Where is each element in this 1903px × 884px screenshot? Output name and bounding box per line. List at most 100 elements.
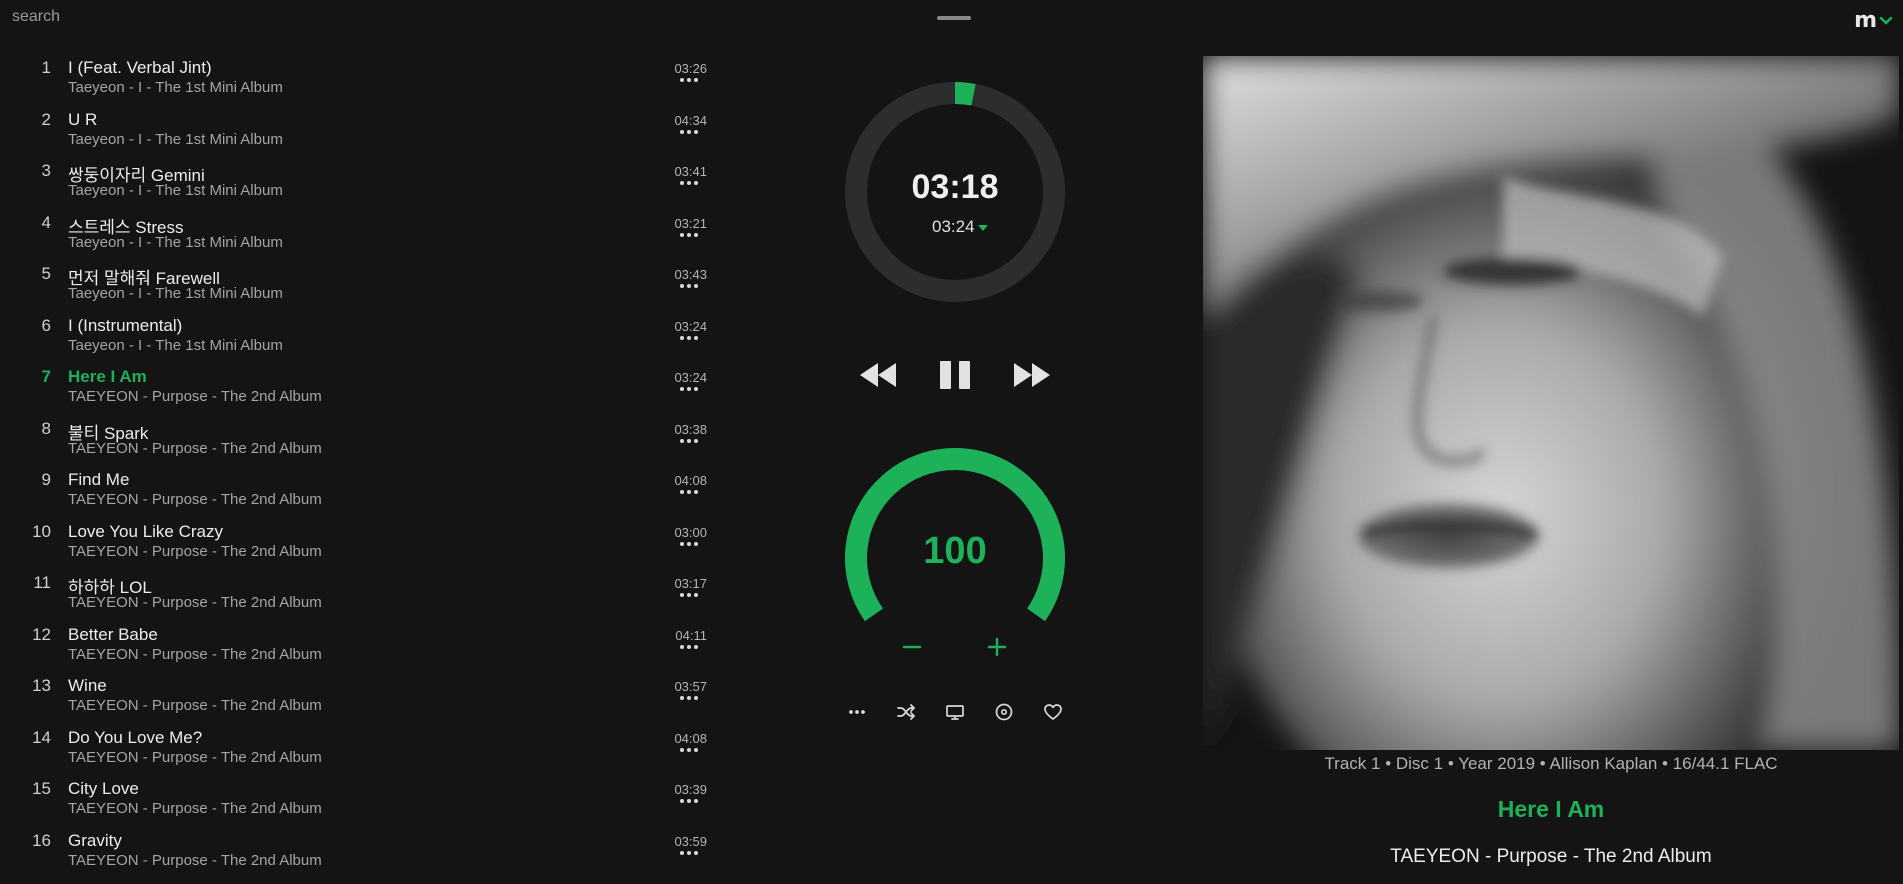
volume-up-button[interactable]	[982, 632, 1012, 662]
more-dots-icon	[680, 644, 684, 649]
total-time: 03:24	[932, 217, 975, 236]
fast-forward-button[interactable]	[1012, 355, 1052, 395]
current-time: 03:18	[911, 168, 999, 206]
track-row[interactable]: 3 쌍둥이자리 Gemini Taeyeon - I - The 1st Mini …	[0, 158, 720, 210]
volume-value: 100	[923, 530, 987, 572]
track-duration: 03:00	[674, 524, 707, 540]
more-options-button[interactable]	[845, 700, 869, 724]
track-row[interactable]: 5 먼저 말해줘 Farewell Taeyeon - I - The 1st Mi…	[0, 261, 720, 313]
track-duration: 04:11	[675, 627, 707, 643]
track-duration: 03:38	[674, 421, 707, 437]
more-dots-icon	[680, 284, 684, 288]
track-row[interactable]: 7 Here I Am TAEYEON - Purpose - The 2nd Al…	[0, 364, 720, 416]
track-artist-album: TAEYEON - Purpose - The 2nd Album	[68, 542, 322, 560]
rewind-icon	[860, 363, 896, 387]
pause-button[interactable]	[938, 355, 972, 395]
track-number: 11	[33, 573, 51, 592]
track-row[interactable]: 13 Wine TAEYEON - Purpose - The 2nd Album 0…	[0, 673, 720, 725]
track-number: 13	[32, 676, 51, 695]
album-artwork	[1203, 56, 1899, 750]
track-more-button[interactable]	[680, 850, 698, 857]
now-playing-title: Here I Am	[1497, 796, 1605, 822]
track-duration: 04:34	[674, 112, 707, 128]
track-number: 7	[41, 367, 51, 386]
track-more-button[interactable]	[680, 541, 698, 548]
track-row[interactable]: 9 Find Me TAEYEON - Purpose - The 2nd Albu…	[0, 467, 720, 519]
track-number: 1	[41, 58, 51, 77]
shuffle-button[interactable]	[894, 700, 918, 724]
track-artist-album: TAEYEON - Purpose - The 2nd Album	[68, 748, 322, 766]
drag-handle[interactable]	[937, 16, 971, 20]
track-more-button[interactable]	[680, 438, 698, 445]
disc-icon	[995, 703, 1013, 721]
track-duration: 03:17	[674, 576, 707, 591]
track-row[interactable]: 2 U R Taeyeon - I - The 1st Mini Album 04:3…	[0, 107, 720, 159]
now-playing-subtitle: TAEYEON - Purpose - The 2nd Album	[1390, 846, 1712, 867]
album-button[interactable]	[992, 700, 1016, 724]
monitor-icon	[946, 705, 964, 720]
menu-letter: m	[1854, 8, 1877, 33]
track-duration: 03:41	[674, 164, 707, 179]
track-number: 9	[41, 470, 51, 489]
more-dots-icon	[680, 232, 684, 237]
track-more-button[interactable]	[680, 490, 698, 496]
track-more-button[interactable]	[680, 335, 698, 342]
pause-icon	[940, 361, 970, 389]
track-more-button[interactable]	[680, 387, 698, 393]
more-dots-icon	[680, 747, 684, 752]
shuffle-icon	[897, 704, 915, 720]
track-row[interactable]: 11 하하하 LOL TAEYEON - Purpose - The 2nd Alb…	[0, 570, 720, 622]
track-artist-album: Taeyeon - I - The 1st Mini Album	[68, 285, 283, 302]
track-artist-album: Taeyeon - I - The 1st Mini Album	[68, 233, 283, 251]
track-artist-album: TAEYEON - Purpose - The 2nd Album	[68, 388, 322, 405]
progress-ring-fill	[954, 82, 976, 106]
track-more-button[interactable]	[680, 593, 698, 599]
track-more-button[interactable]	[680, 181, 698, 187]
rewind-button[interactable]	[858, 355, 898, 395]
track-row[interactable]: 12 Better Babe TAEYEON - Purpose - The 2nd…	[0, 622, 720, 674]
track-title: City Love	[68, 779, 139, 798]
track-duration: 03:26	[674, 61, 707, 76]
output-device-button[interactable]	[943, 700, 967, 724]
track-metadata: Track 1 • Disc 1 • Year 2019 • Allison K…	[1324, 754, 1778, 773]
track-number: 12	[32, 624, 51, 644]
total-time-toggle[interactable]: 03:24	[932, 217, 988, 237]
track-more-button[interactable]	[680, 78, 698, 84]
more-dots-icon	[680, 129, 684, 134]
volume-down-button[interactable]	[897, 632, 927, 662]
track-title: Love You Like Crazy	[68, 521, 223, 541]
track-title: Wine	[68, 676, 107, 695]
more-dots-icon	[849, 710, 865, 714]
track-more-button[interactable]	[680, 696, 698, 702]
track-more-button[interactable]	[680, 284, 698, 290]
more-dots-icon	[680, 593, 684, 597]
track-artist-album: Taeyeon - I - The 1st Mini Album	[68, 336, 283, 354]
track-duration: 03:24	[674, 318, 707, 334]
track-row[interactable]: 6 I (Instrumental) Taeyeon - I - The 1st M…	[0, 313, 720, 365]
track-artist-album: TAEYEON - Purpose - The 2nd Album	[68, 594, 322, 611]
track-number: 5	[41, 264, 51, 283]
track-more-button[interactable]	[680, 232, 698, 239]
favorite-button[interactable]	[1041, 700, 1065, 724]
search-input[interactable]	[12, 6, 312, 28]
track-row[interactable]: 8 불티 Spark TAEYEON - Purpose - The 2nd Alb…	[0, 416, 720, 468]
player-app: m 1 I (Feat. Verbal Jint) Taeyeon - I - Th…	[0, 0, 1903, 884]
track-row[interactable]: 1 I (Feat. Verbal Jint) Taeyeon - I - The …	[0, 55, 720, 107]
track-row[interactable]: 15 City Love TAEYEON - Purpose - The 2nd A…	[0, 776, 720, 828]
track-row[interactable]: 10 Love You Like Crazy TAEYEON - Purpose -…	[0, 519, 720, 571]
track-more-button[interactable]	[680, 129, 698, 136]
track-row[interactable]: 16 Gravity TAEYEON - Purpose - The 2nd Alb…	[0, 828, 720, 880]
track-more-button[interactable]	[680, 799, 698, 805]
track-number: 6	[41, 315, 51, 335]
more-dots-icon	[680, 335, 684, 340]
plus-icon	[987, 637, 1007, 657]
more-dots-icon	[680, 438, 684, 443]
track-title: Here I Am	[68, 367, 147, 386]
user-menu-button[interactable]: m	[1854, 8, 1893, 33]
track-more-button[interactable]	[680, 644, 698, 651]
track-more-button[interactable]	[680, 747, 698, 754]
track-row[interactable]: 4 스트레스 Stress Taeyeon - I - The 1st Mini A…	[0, 210, 720, 262]
track-title: Find Me	[68, 470, 130, 489]
track-row[interactable]: 14 Do You Love Me? TAEYEON - Purpose - The…	[0, 725, 720, 777]
track-list: 1 I (Feat. Verbal Jint) Taeyeon - I - The …	[0, 55, 720, 879]
